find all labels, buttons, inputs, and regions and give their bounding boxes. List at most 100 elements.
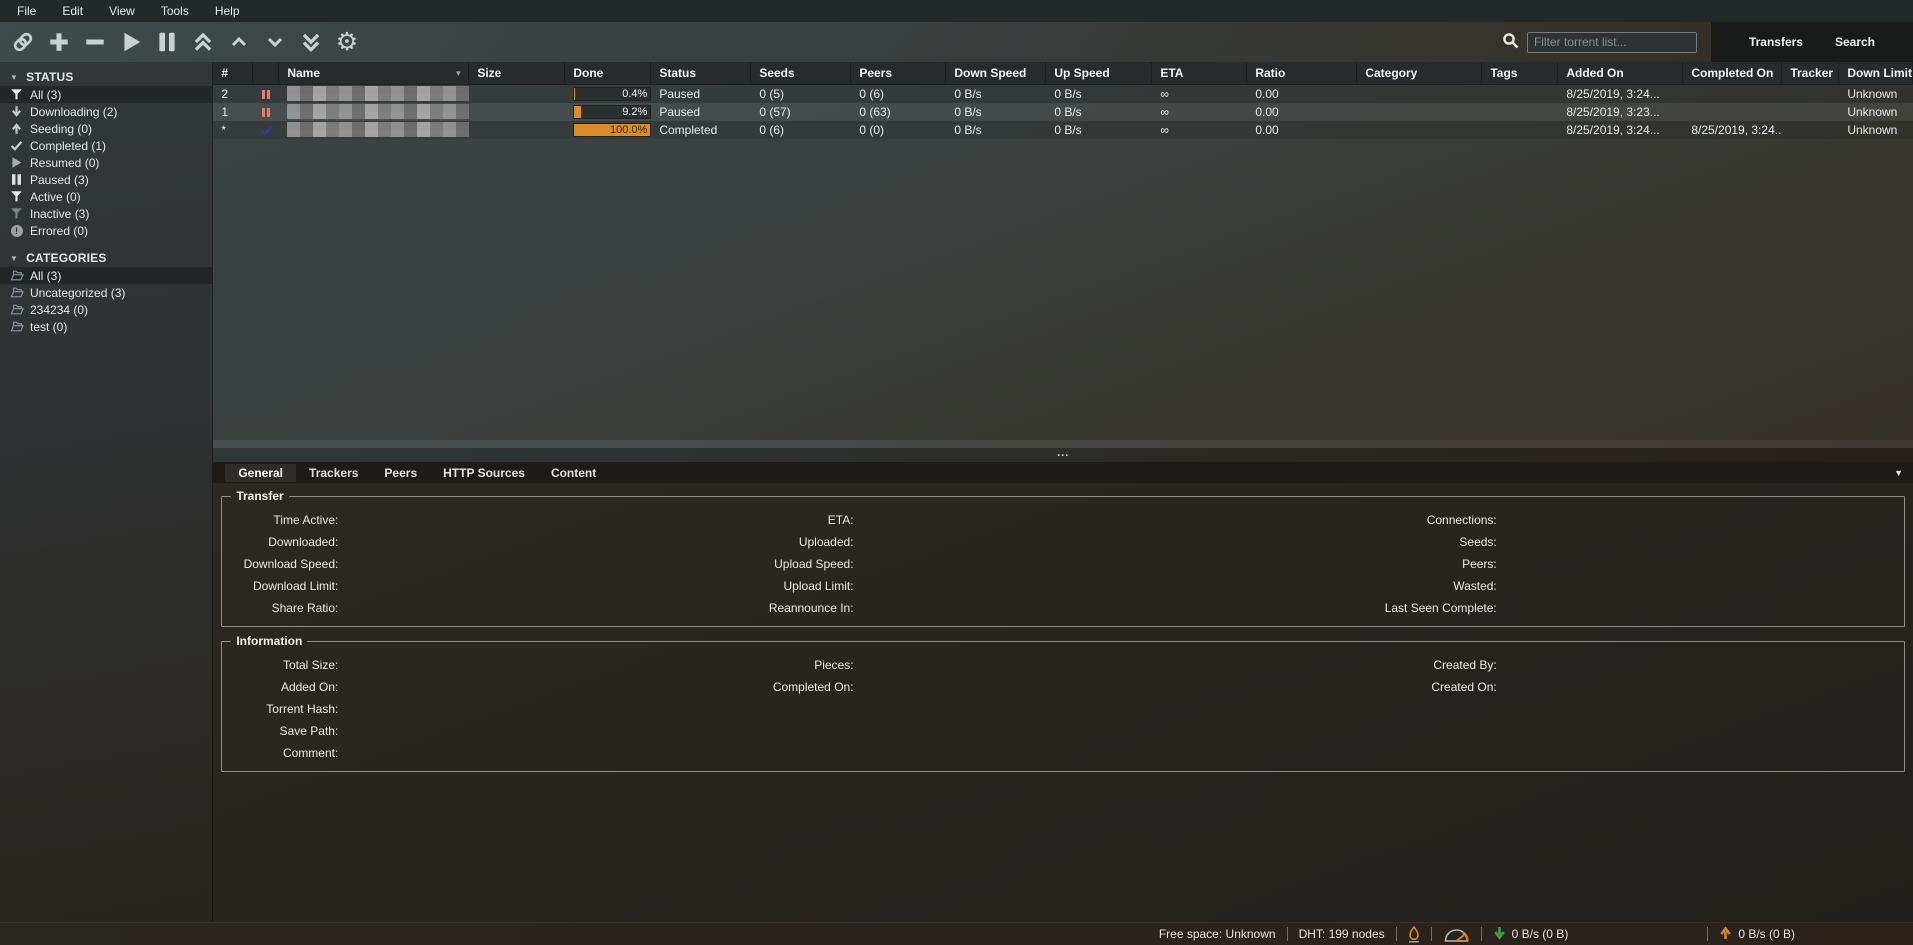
col-header-done[interactable]: Done <box>565 62 651 84</box>
sidebar-item-seeding[interactable]: Seeding (0) <box>0 120 212 137</box>
categories-section-header[interactable]: ▼ CATEGORIES <box>0 249 212 267</box>
cell-down-limit: Unknown <box>1839 121 1913 139</box>
col-header-ratio[interactable]: Ratio <box>1247 62 1357 84</box>
sidebar-gap <box>0 239 212 249</box>
col-header-seeds[interactable]: Seeds <box>751 62 851 84</box>
col-header-name[interactable]: Name▼ <box>279 62 469 84</box>
folder-icon <box>8 286 25 299</box>
sidebar-item-completed[interactable]: Completed (1) <box>0 137 212 154</box>
sidebar-category-234234[interactable]: 234234 (0) <box>0 301 212 318</box>
move-up-button[interactable] <box>224 28 254 56</box>
label-seeds: Seeds: <box>1257 531 1497 553</box>
table-row[interactable]: 2 0.4% Paused 0 (5) 0 (6) 0 B/s 0 B/s ∞ … <box>213 85 1913 103</box>
cell-peers: 0 (63) <box>851 103 946 121</box>
col-header-added-on[interactable]: Added On <box>1558 62 1683 84</box>
sidebar-item-errored[interactable]: ! Errored (0) <box>0 222 212 239</box>
down-speed-label: 0 B/s (0 B) <box>1512 927 1569 941</box>
move-bottom-button[interactable] <box>296 28 326 56</box>
tab-transfers[interactable]: Transfers <box>1733 35 1819 49</box>
sidebar-item-all[interactable]: All (3) <box>0 86 212 103</box>
cell-size <box>469 121 565 139</box>
menu-tools[interactable]: Tools <box>148 4 202 18</box>
sidebar-item-label: test (0) <box>30 320 67 334</box>
cell-down-limit: Unknown <box>1839 85 1913 103</box>
resume-button[interactable] <box>116 28 146 56</box>
sidebar-category-test[interactable]: test (0) <box>0 318 212 335</box>
cell-number: 2 <box>213 85 253 103</box>
label-reannounce-in: Reannounce In: <box>742 597 854 619</box>
folder-icon <box>8 320 25 333</box>
sidebar-category-uncategorized[interactable]: Uncategorized (3) <box>0 284 212 301</box>
tab-general[interactable]: General <box>225 464 296 482</box>
cell-eta: ∞ <box>1152 103 1247 121</box>
cell-tags <box>1482 121 1558 139</box>
add-torrent-file-button[interactable] <box>44 28 74 56</box>
col-header-tags[interactable]: Tags <box>1482 62 1558 84</box>
col-header-number[interactable]: # <box>213 62 253 84</box>
menu-edit[interactable]: Edit <box>49 4 96 18</box>
label-comment: Comment: <box>226 742 338 764</box>
col-header-down-speed[interactable]: Down Speed <box>946 62 1046 84</box>
label-download-limit: Download Limit: <box>226 575 338 597</box>
col-header-eta[interactable]: ETA <box>1152 62 1247 84</box>
col-header-status[interactable]: Status <box>651 62 751 84</box>
delete-torrent-button[interactable] <box>80 28 110 56</box>
label-created-on: Created On: <box>1257 676 1497 698</box>
add-torrent-link-button[interactable] <box>8 28 38 56</box>
tab-content[interactable]: Content <box>538 464 609 482</box>
value-created-by <box>1497 654 1900 676</box>
panel-collapse-chevron-icon[interactable]: ▼ <box>1894 468 1903 478</box>
cell-completed-on <box>1683 103 1782 121</box>
up-speed-label: 0 B/s (0 B) <box>1738 927 1795 941</box>
cell-name <box>279 103 469 121</box>
tab-search[interactable]: Search <box>1819 35 1891 49</box>
col-header-peers[interactable]: Peers <box>851 62 946 84</box>
tab-trackers[interactable]: Trackers <box>296 464 371 482</box>
cell-done: 9.2% <box>565 103 651 121</box>
sidebar-item-inactive[interactable]: Inactive (3) <box>0 205 212 222</box>
menu-help[interactable]: Help <box>202 4 253 18</box>
sidebar-item-downloading[interactable]: Downloading (2) <box>0 103 212 120</box>
pause-button[interactable] <box>152 28 182 56</box>
col-header-down-limit[interactable]: Down Limit <box>1839 62 1913 84</box>
tab-http-sources[interactable]: HTTP Sources <box>430 464 538 482</box>
sidebar-category-all[interactable]: All (3) <box>0 267 212 284</box>
information-fieldset: Information Total Size: Pieces: Created … <box>221 634 1905 772</box>
col-header-tracker[interactable]: Tracker <box>1782 62 1839 84</box>
sidebar: ▼ STATUS All (3) Downloading (2) Seeding… <box>0 62 213 922</box>
col-header-state[interactable] <box>253 62 279 84</box>
cell-added-on: 8/25/2019, 3:24... <box>1558 121 1683 139</box>
upload-speed-status[interactable]: 0 B/s (0 B) <box>1719 926 1795 943</box>
upload-arrow-icon <box>8 122 25 135</box>
sidebar-item-paused[interactable]: Paused (3) <box>0 171 212 188</box>
col-header-category[interactable]: Category <box>1357 62 1482 84</box>
menu-view[interactable]: View <box>96 4 148 18</box>
label-torrent-hash: Torrent Hash: <box>226 698 338 720</box>
download-speed-status[interactable]: 0 B/s (0 B) <box>1493 926 1569 943</box>
move-top-button[interactable] <box>188 28 218 56</box>
table-row[interactable]: 1 9.2% Paused 0 (57) 0 (63) 0 B/s 0 B/s … <box>213 103 1913 121</box>
censored-torrent-name <box>287 104 469 119</box>
value-eta <box>854 509 1257 531</box>
settings-button[interactable]: ⚙ <box>332 28 362 56</box>
filter-torrent-input[interactable] <box>1527 32 1697 53</box>
value-empty <box>854 742 1257 764</box>
play-icon <box>119 30 143 54</box>
move-down-button[interactable] <box>260 28 290 56</box>
cell-peers: 0 (6) <box>851 85 946 103</box>
menu-file[interactable]: File <box>4 4 49 18</box>
value-created-on <box>1497 676 1900 698</box>
sidebar-item-active[interactable]: Active (0) <box>0 188 212 205</box>
col-header-up-speed[interactable]: Up Speed <box>1046 62 1152 84</box>
sidebar-item-resumed[interactable]: Resumed (0) <box>0 154 212 171</box>
table-row[interactable]: * 100.0% Completed 0 (6) 0 (0) 0 B/s 0 B… <box>213 121 1913 139</box>
status-bar: Free space: Unknown DHT: 199 nodes 0 B/s… <box>0 922 1913 945</box>
status-section-header[interactable]: ▼ STATUS <box>0 68 212 86</box>
sidebar-item-label: Downloading (2) <box>30 105 117 119</box>
tab-peers[interactable]: Peers <box>371 464 430 482</box>
col-header-size[interactable]: Size <box>469 62 565 84</box>
panel-splitter[interactable]: ... <box>213 448 1913 462</box>
value-torrent-hash <box>338 698 741 720</box>
alt-speed-gauge-icon[interactable] <box>1443 926 1470 942</box>
col-header-completed-on[interactable]: Completed On <box>1683 62 1782 84</box>
